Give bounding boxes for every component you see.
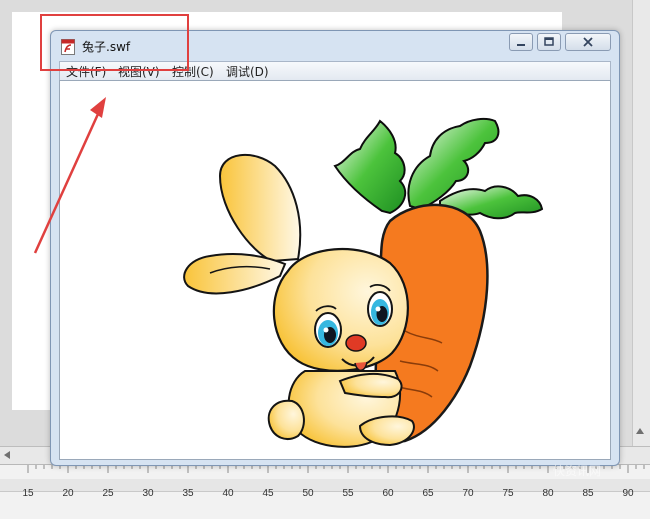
rabbit-foot (358, 415, 415, 447)
rabbit-ear-floppy (183, 253, 287, 295)
ruler-label: 80 (542, 488, 554, 499)
ruler-label: 40 (222, 488, 234, 499)
rabbit-nose (345, 334, 367, 352)
ruler-label: 35 (182, 488, 194, 499)
ruler-label: 20 (62, 488, 74, 499)
maximize-button[interactable] (537, 33, 561, 51)
ruler-label: 75 (502, 488, 514, 499)
scroll-left-icon[interactable] (4, 451, 10, 459)
title-highlight-box (40, 14, 189, 71)
rabbit-ear-tall (218, 153, 302, 263)
ruler-label: 55 (342, 488, 354, 499)
ruler-label: 25 (102, 488, 114, 499)
flash-player-window[interactable]: 兔子.swf 文件(F) 视图(V) 控制(C) 调试(D) (50, 30, 620, 466)
ruler-label: 70 (462, 488, 474, 499)
menu-debug[interactable]: 调试(D) (226, 63, 269, 80)
close-icon (583, 37, 593, 47)
ruler-label: 60 (382, 488, 394, 499)
maximize-icon (544, 37, 554, 46)
ruler-label: 50 (302, 488, 314, 499)
close-button[interactable] (565, 33, 611, 51)
flash-stage[interactable] (59, 80, 611, 460)
ruler-label: 65 (422, 488, 434, 499)
rabbit-carrot-illustration (183, 117, 544, 448)
scroll-up-icon[interactable] (636, 428, 644, 434)
ruler-label: 30 (142, 488, 154, 499)
rabbit-arm (338, 373, 403, 399)
minimize-icon (517, 44, 525, 46)
ruler-label: 90 (622, 488, 634, 499)
ruler-label: 45 (262, 488, 274, 499)
watermark-text: 快资讯网 (553, 464, 602, 478)
carrot-leaves (333, 117, 544, 220)
ruler-label: 15 (22, 488, 34, 499)
ruler-label: 85 (582, 488, 594, 499)
vertical-scrollbar[interactable] (632, 0, 650, 446)
minimize-button[interactable] (509, 33, 533, 51)
